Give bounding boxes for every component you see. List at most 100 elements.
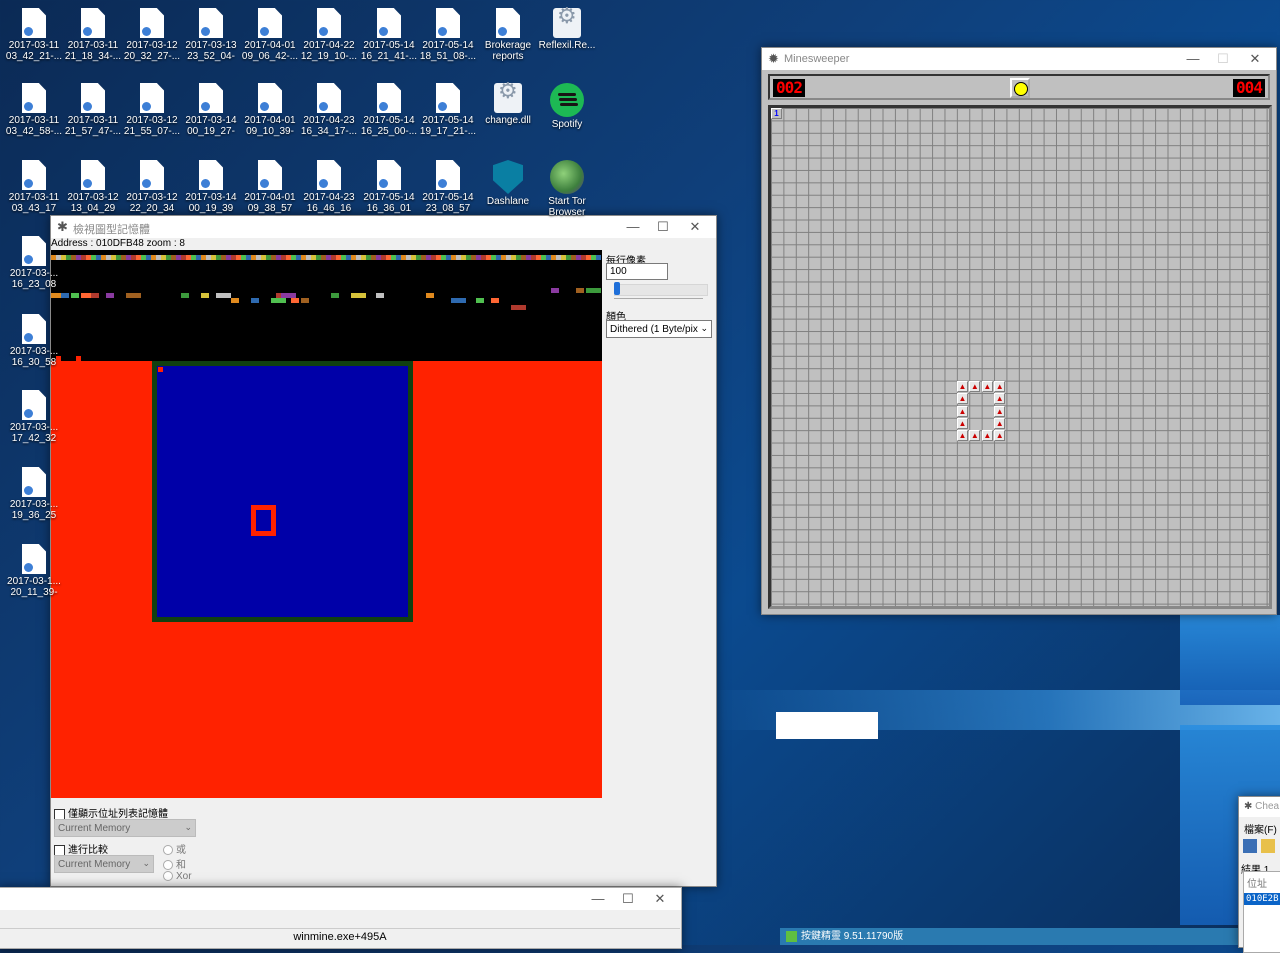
memory-pixel (181, 293, 189, 298)
flagged-cell[interactable]: ▲ (957, 393, 968, 405)
file-menu[interactable]: 檔案(F) (1239, 817, 1280, 836)
flagged-cell[interactable]: ▲ (957, 430, 968, 442)
mine-icon: ✹ (768, 51, 779, 66)
desktop-icon[interactable]: 2017-04-01 09_38_57 (240, 156, 300, 224)
desktop-icon[interactable]: 2017-05-14 16_21_41-... (359, 4, 419, 72)
flagged-cell[interactable]: ▲ (957, 380, 968, 392)
desktop-icon[interactable]: 2017-04-01 09_10_39- (240, 79, 300, 147)
desktop-icon[interactable]: 2017-03-12 13_04_29 (63, 156, 123, 224)
compare-checkbox[interactable]: 進行比較 (54, 841, 108, 856)
document-icon (436, 83, 460, 113)
desktop-icon[interactable]: 2017-03-... 17_42_32 (4, 386, 64, 454)
desktop-icon[interactable]: 2017-03-... 16_30_58 (4, 310, 64, 378)
smiley-face-button[interactable] (1010, 78, 1030, 98)
mines-counter: 002 (773, 79, 805, 97)
desktop-icon[interactable]: 2017-03-13 23_52_04- (181, 4, 241, 72)
taskbar-item[interactable]: 按鍵精靈 9.51.11790版 (780, 928, 1240, 945)
bottom-window-titlebar[interactable]: — ☐ ✕ (0, 888, 681, 910)
desktop-icon[interactable]: 2017-03-11 03_43_17 (4, 156, 64, 224)
desktop-icon[interactable]: 2017-04-22 12_19_10-... (299, 4, 359, 72)
desktop-icon[interactable]: 2017-05-14 16_36_01 (359, 156, 419, 224)
memory-pixel (576, 288, 584, 293)
mine-grid[interactable]: 1 ▲ ▲ ▲ ▲ ▲ ▲ ▲ ▲ ▲ ▲ ▲ ▲ ▲ ▲ (768, 105, 1272, 609)
flagged-cell[interactable]: ▲ (994, 380, 1006, 392)
document-icon (317, 83, 341, 113)
document-icon (140, 8, 164, 38)
flagged-cell[interactable]: ▲ (969, 380, 981, 392)
desktop-icon[interactable]: 2017-05-14 16_25_00-... (359, 79, 419, 147)
open-folder-icon[interactable] (1261, 839, 1275, 853)
desktop-icon[interactable]: 2017-03-11 03_42_21-... (4, 4, 64, 72)
desktop-icon[interactable]: 2017-03-14 00_19_27- (181, 79, 241, 147)
desktop-icon[interactable]: 2017-03-... 19_36_25 (4, 463, 64, 531)
document-icon (317, 8, 341, 38)
desktop-icon[interactable]: 2017-05-14 18_51_08-... (418, 4, 478, 72)
desktop-icon[interactable]: Brokerage reports (478, 4, 538, 72)
pixels-slider-thumb[interactable] (614, 282, 620, 295)
maximize-button[interactable]: ☐ (1208, 49, 1238, 69)
flagged-cell[interactable]: ▲ (957, 418, 968, 429)
color-mode-select[interactable]: Dithered (1 Byte/pix ⌄ (606, 320, 712, 338)
desktop-icon[interactable]: 2017-03-1... 20_11_39- (4, 540, 64, 608)
document-icon (199, 160, 223, 190)
desktop-icon[interactable]: 2017-03-12 22_20_34 (122, 156, 182, 224)
desktop-icon[interactable]: 2017-04-01 09_06_42-... (240, 4, 300, 72)
memory-source-select-2[interactable]: Current Memory ⌄ (54, 855, 154, 873)
desktop-icon[interactable]: 2017-03-12 21_55_07-... (122, 79, 182, 147)
show-only-address-list-checkbox[interactable]: 僅顯示位址列表記憶體 (54, 805, 168, 820)
desktop-icon[interactable]: Reflexil.Re... (537, 4, 597, 72)
minesweeper-titlebar[interactable]: ✹ Minesweeper — ☐ ✕ (762, 48, 1276, 70)
desktop-icon[interactable]: 2017-04-23 16_46_16 (299, 156, 359, 224)
desktop-icon[interactable]: Dashlane (478, 156, 538, 224)
computer-icon[interactable] (1243, 839, 1257, 853)
desktop-icon[interactable]: 2017-03-... 16_23_08 (4, 232, 64, 300)
memory-pixel (76, 356, 81, 361)
flagged-cell[interactable]: ▲ (994, 430, 1006, 442)
desktop-icon[interactable]: 2017-03-11 21_18_34-... (63, 4, 123, 72)
memory-source-value-2: Current Memory (58, 859, 131, 870)
desktop-icon-label: 2017-05-14 19_17_21-... (419, 115, 477, 137)
desktop-icon[interactable]: 2017-03-12 20_32_27-... (122, 4, 182, 72)
result-row[interactable]: 010E2B (1244, 893, 1280, 905)
document-icon (199, 83, 223, 113)
cheat-engine-title[interactable]: ✱ Chea (1239, 797, 1280, 817)
flagged-cell[interactable]: ▲ (994, 405, 1006, 417)
close-button[interactable]: ✕ (645, 889, 675, 909)
memory-source-select-1[interactable]: Current Memory ⌄ (54, 819, 196, 837)
close-button[interactable]: ✕ (1240, 49, 1270, 69)
minimize-button[interactable]: — (583, 889, 613, 909)
flagged-cell[interactable]: ▲ (994, 418, 1006, 429)
desktop-icon[interactable]: 2017-03-11 03_42_58-... (4, 79, 64, 147)
settings-file-icon (553, 8, 581, 38)
desktop-icon[interactable]: 2017-05-14 23_08_57 (418, 156, 478, 224)
op-xor-radio[interactable]: Xor (163, 871, 192, 882)
pixels-per-row-input[interactable]: 100 (606, 263, 668, 280)
flagged-cell[interactable]: ▲ (957, 405, 968, 417)
desktop-icon[interactable]: 2017-04-23 16_34_17-... (299, 79, 359, 147)
desktop-icon[interactable]: 2017-03-11 21_57_47-... (63, 79, 123, 147)
minimize-button[interactable]: — (1178, 49, 1208, 69)
close-button[interactable]: ✕ (680, 217, 710, 237)
op-or-radio[interactable]: 或 (163, 841, 186, 856)
desktop-icon-label: 2017-04-01 09_38_57 (244, 192, 296, 214)
maximize-button[interactable]: ☐ (648, 217, 678, 237)
desktop-icon[interactable]: 2017-03-14 00_19_39 (181, 156, 241, 224)
desktop-icon[interactable]: 2017-05-14 19_17_21-... (418, 79, 478, 147)
timer-display: 004 (1233, 79, 1265, 97)
desktop-icon[interactable]: Spotify (537, 79, 597, 147)
flagged-cell[interactable]: ▲ (994, 393, 1006, 405)
desktop-icon-label: 2017-03-11 03_42_58-... (5, 115, 63, 137)
flagged-cell[interactable]: ▲ (969, 430, 981, 442)
minimize-button[interactable]: — (618, 217, 648, 237)
flagged-cell[interactable]: ▲ (981, 380, 993, 392)
desktop-icon-label: 2017-04-23 16_46_16 (303, 192, 355, 214)
desktop-icon[interactable]: change.dll (478, 79, 538, 147)
flagged-cell[interactable]: ▲ (981, 430, 993, 442)
maximize-button[interactable]: ☐ (613, 889, 643, 909)
desktop-icon-label: 2017-03-11 03_43_17 (8, 192, 60, 214)
memory-pixel (491, 298, 499, 303)
memory-pixel-view[interactable] (51, 250, 602, 798)
desktop-icon[interactable]: Start Tor Browser (537, 156, 597, 224)
desktop-icon-label: Reflexil.Re... (538, 40, 596, 51)
op-and-radio[interactable]: 和 (163, 856, 186, 871)
